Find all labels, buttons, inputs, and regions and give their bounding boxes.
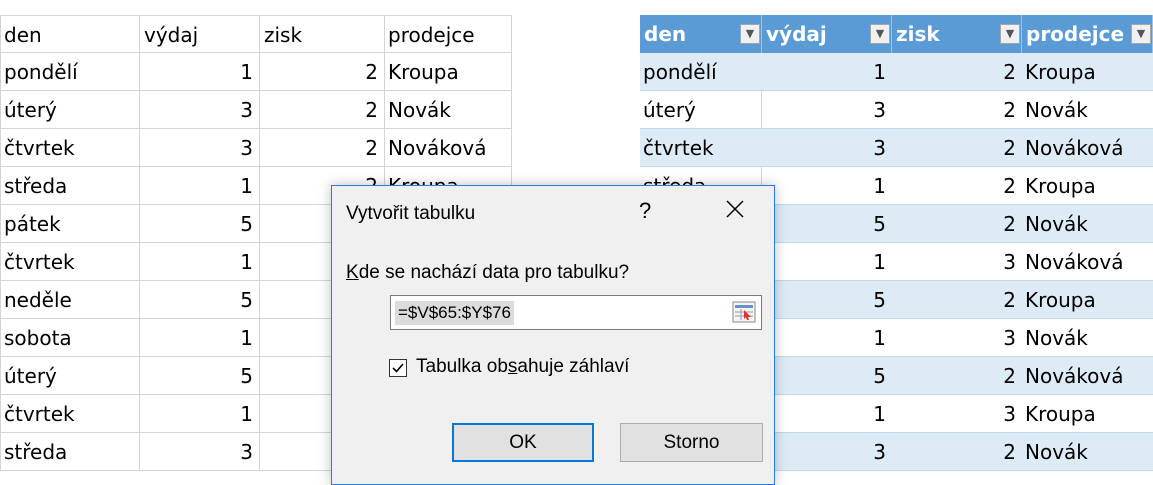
- create-table-dialog: Vytvořit tabulku ? Kde se nachází data p…: [331, 185, 775, 485]
- excel-header-label: prodejce: [1026, 22, 1125, 46]
- cell-zisk[interactable]: 2: [892, 53, 1022, 91]
- cell-den[interactable]: neděle: [0, 281, 140, 319]
- cell-den[interactable]: pondělí: [640, 53, 762, 91]
- filter-dropdown-icon[interactable]: ▼: [1000, 24, 1020, 44]
- excel-header-label: zisk: [896, 22, 940, 46]
- cell-vydaj[interactable]: 1: [140, 167, 260, 205]
- range-prompt-label: Kde se nachází data pro tabulku?: [346, 262, 630, 283]
- help-button[interactable]: ?: [639, 198, 651, 224]
- header-cell-vydaj[interactable]: výdaj: [140, 15, 260, 53]
- cell-den[interactable]: středa: [0, 433, 140, 471]
- collapse-dialog-icon[interactable]: [732, 301, 756, 323]
- cell-zisk[interactable]: 2: [892, 91, 1022, 129]
- cell-den[interactable]: čtvrtek: [0, 129, 140, 167]
- cell-vydaj[interactable]: 3: [140, 129, 260, 167]
- cell-vydaj[interactable]: 3: [762, 433, 892, 471]
- cell-vydaj[interactable]: 1: [762, 167, 892, 205]
- cell-vydaj[interactable]: 1: [762, 319, 892, 357]
- filter-dropdown-icon[interactable]: ▼: [740, 24, 760, 44]
- header-cell-zisk[interactable]: zisk: [260, 15, 385, 53]
- cell-vydaj[interactable]: 3: [762, 129, 892, 167]
- cell-vydaj[interactable]: 1: [140, 395, 260, 433]
- cell-zisk[interactable]: 2: [892, 205, 1022, 243]
- excel-header-cell[interactable]: prodejce ▼: [1022, 15, 1153, 53]
- dialog-title: Vytvořit tabulku: [346, 203, 476, 224]
- cell-zisk[interactable]: 3: [892, 395, 1022, 433]
- cell-prodejce[interactable]: Novák: [1022, 319, 1153, 357]
- cell-prodejce[interactable]: Novák: [1022, 91, 1153, 129]
- cell-den[interactable]: středa: [0, 167, 140, 205]
- cell-prodejce[interactable]: Kroupa: [1022, 395, 1153, 433]
- has-headers-checkbox[interactable]: [389, 359, 407, 377]
- cell-den[interactable]: pondělí: [0, 53, 140, 91]
- excel-header-label: výdaj: [766, 22, 827, 46]
- cell-zisk[interactable]: 2: [260, 91, 385, 129]
- header-cell-den[interactable]: den: [0, 15, 140, 53]
- cell-den[interactable]: úterý: [640, 91, 762, 129]
- header-cell-prodejce[interactable]: prodejce: [385, 15, 512, 53]
- cancel-button[interactable]: Storno: [620, 423, 763, 462]
- cell-zisk[interactable]: 3: [892, 243, 1022, 281]
- cell-vydaj[interactable]: 1: [762, 53, 892, 91]
- cell-zisk[interactable]: 2: [260, 53, 385, 91]
- filter-dropdown-icon[interactable]: ▼: [870, 24, 890, 44]
- cell-den[interactable]: pátek: [0, 205, 140, 243]
- filter-dropdown-icon[interactable]: ▼: [1131, 24, 1151, 44]
- cell-zisk[interactable]: 2: [892, 167, 1022, 205]
- cell-zisk[interactable]: 2: [892, 357, 1022, 395]
- cell-den[interactable]: čtvrtek: [640, 129, 762, 167]
- cell-prodejce[interactable]: Nováková: [1022, 129, 1153, 167]
- cell-prodejce[interactable]: Nováková: [1022, 243, 1153, 281]
- cell-prodejce[interactable]: Kroupa: [1022, 281, 1153, 319]
- excel-header-cell[interactable]: výdaj ▼: [762, 15, 892, 53]
- range-input-value: =$V$65:$Y$76: [395, 301, 514, 325]
- cell-vydaj[interactable]: 5: [762, 357, 892, 395]
- cell-prodejce[interactable]: Nováková: [385, 129, 512, 167]
- cell-vydaj[interactable]: 3: [140, 91, 260, 129]
- cell-zisk[interactable]: 3: [892, 319, 1022, 357]
- cell-den[interactable]: čtvrtek: [0, 243, 140, 281]
- cell-vydaj[interactable]: 5: [762, 205, 892, 243]
- cell-prodejce[interactable]: Novák: [1022, 205, 1153, 243]
- cell-vydaj[interactable]: 5: [140, 281, 260, 319]
- close-icon[interactable]: [720, 194, 750, 224]
- cell-vydaj[interactable]: 1: [140, 243, 260, 281]
- excel-header-cell[interactable]: zisk ▼: [892, 15, 1022, 53]
- cell-zisk[interactable]: 2: [892, 433, 1022, 471]
- cell-vydaj[interactable]: 5: [140, 205, 260, 243]
- cell-zisk[interactable]: 2: [260, 129, 385, 167]
- cell-prodejce[interactable]: Kroupa: [385, 53, 512, 91]
- cell-prodejce[interactable]: Novák: [1022, 433, 1153, 471]
- cell-den[interactable]: úterý: [0, 91, 140, 129]
- cell-vydaj[interactable]: 5: [140, 357, 260, 395]
- cell-vydaj[interactable]: 5: [762, 281, 892, 319]
- cell-vydaj[interactable]: 1: [140, 53, 260, 91]
- cell-den[interactable]: čtvrtek: [0, 395, 140, 433]
- cell-prodejce[interactable]: Kroupa: [1022, 53, 1153, 91]
- cell-zisk[interactable]: 2: [892, 281, 1022, 319]
- range-input[interactable]: =$V$65:$Y$76: [390, 295, 762, 330]
- cell-prodejce[interactable]: Kroupa: [1022, 167, 1153, 205]
- cell-zisk[interactable]: 2: [892, 129, 1022, 167]
- cell-vydaj[interactable]: 1: [140, 319, 260, 357]
- cell-vydaj[interactable]: 3: [762, 91, 892, 129]
- checkmark-icon: [392, 363, 404, 373]
- cell-den[interactable]: sobota: [0, 319, 140, 357]
- cell-prodejce[interactable]: Nováková: [1022, 357, 1153, 395]
- excel-header-label: den: [644, 22, 687, 46]
- cell-vydaj[interactable]: 3: [140, 433, 260, 471]
- cell-prodejce[interactable]: Novák: [385, 91, 512, 129]
- has-headers-label: Tabulka obsahuje záhlaví: [416, 356, 630, 377]
- ok-button[interactable]: OK: [452, 423, 594, 462]
- excel-header-cell[interactable]: den ▼: [640, 15, 762, 53]
- cell-vydaj[interactable]: 1: [762, 395, 892, 433]
- cell-vydaj[interactable]: 1: [762, 243, 892, 281]
- cell-den[interactable]: úterý: [0, 357, 140, 395]
